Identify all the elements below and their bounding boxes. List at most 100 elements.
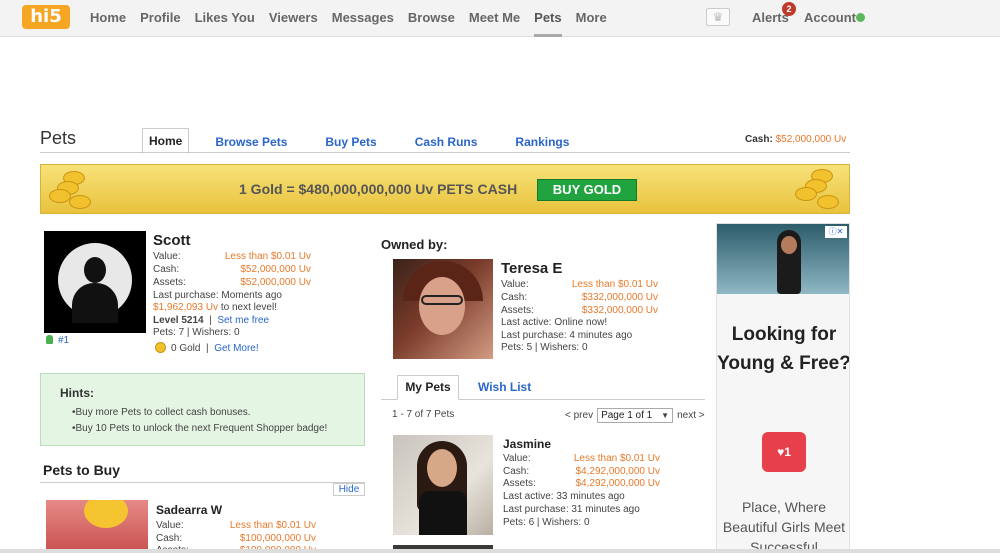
nav-viewers[interactable]: Viewers <box>269 10 318 37</box>
pet-to-buy-cash: $100,000,000 Uv <box>239 533 316 544</box>
gold-coins-icon <box>47 165 97 213</box>
ad-heart-count: 1 <box>784 445 791 459</box>
pet-last-purchase: Last purchase: 31 minutes ago <box>503 504 640 515</box>
person-icon <box>46 335 53 344</box>
owned-by-label: Owned by: <box>381 237 448 252</box>
next-level-text: to next level! <box>218 302 277 313</box>
set-me-free-link[interactable]: Set me free <box>217 315 269 326</box>
owner-name[interactable]: Teresa E <box>501 260 562 277</box>
online-status-icon <box>856 13 865 22</box>
my-name[interactable]: Scott <box>153 232 191 249</box>
hint-item: •Buy more Pets to collect cash bonuses. <box>72 407 251 418</box>
owner-pets-wishers: Pets: 5 | Wishers: 0 <box>501 342 588 353</box>
my-assets: $52,000,000 Uv <box>240 277 311 288</box>
hints-title: Hints: <box>60 386 94 400</box>
tab-browse-pets[interactable]: Browse Pets <box>209 130 293 154</box>
top-nav: hi5 Home Profile Likes You Viewers Messa… <box>0 0 1000 37</box>
pet-last-active: Last active: 33 minutes ago <box>503 491 625 502</box>
owner-photo[interactable] <box>393 259 493 359</box>
hint-item: •Buy 10 Pets to unlock the next Frequent… <box>72 423 328 434</box>
hide-button[interactable]: Hide <box>333 483 365 496</box>
my-avatar[interactable] <box>44 231 146 333</box>
pets-to-buy-divider <box>40 482 365 483</box>
level-line: Level 5214 | Set me free <box>153 315 270 326</box>
pet-name[interactable]: Jasmine <box>503 437 551 451</box>
gold-line: 0 Gold | Get More! <box>155 342 259 354</box>
owner-last-purchase: Last purchase: 4 minutes ago <box>501 330 633 341</box>
cash-balance: Cash: $52,000,000 Uv <box>745 134 846 145</box>
tab-home[interactable]: Home <box>142 128 190 154</box>
value-label: Value: <box>156 520 184 531</box>
my-cash: $52,000,000 Uv <box>240 264 311 275</box>
alerts-count-badge: 2 <box>782 2 796 16</box>
crown-icon[interactable]: ♛ <box>706 8 730 26</box>
my-pets-wishers: Pets: 7 | Wishers: 0 <box>153 327 240 338</box>
rank-link[interactable]: #1 <box>46 335 69 346</box>
cash-label: Cash: <box>745 134 773 145</box>
pet-to-buy-name[interactable]: Sadearra W <box>156 503 222 517</box>
page-bottom-bar <box>0 549 1000 553</box>
pager: < prev Page 1 of 1 ▼ next > <box>565 408 705 423</box>
heart-icon: ♥1 <box>762 432 806 472</box>
ad-subtext: Place, Where Beautiful Girls Meet Succes… <box>722 499 846 553</box>
cash-label: Cash: <box>153 264 180 275</box>
gold-coin-icon <box>155 342 166 353</box>
value-label: Value: <box>153 251 181 262</box>
nav-likes-you[interactable]: Likes You <box>195 10 255 37</box>
pet-to-buy-value: Less than $0.01 Uv <box>229 520 316 531</box>
my-last-purchase: Last purchase: Moments ago <box>153 290 282 301</box>
tab-wish-list[interactable]: Wish List <box>478 380 531 394</box>
cash-label: Cash: <box>156 533 183 544</box>
nav-messages[interactable]: Messages <box>332 10 394 37</box>
hi5-logo[interactable]: hi5 <box>22 5 70 29</box>
owner-cash: $332,000,000 Uv <box>581 292 658 303</box>
pet-photo[interactable] <box>393 435 493 535</box>
tab-my-pets[interactable]: My Pets <box>397 375 459 400</box>
advertisement[interactable]: ⓘ✕ Looking for Young & Free? ♥1 Place, W… <box>716 223 850 553</box>
owner-assets: $332,000,000 Uv <box>581 305 658 316</box>
rank-value: #1 <box>58 335 70 346</box>
gold-rate-text: 1 Gold = $480,000,000,000 Uv PETS CASH <box>239 181 518 197</box>
tab-cash-runs[interactable]: Cash Runs <box>409 130 484 154</box>
ad-choices-icon[interactable]: ⓘ✕ <box>825 226 847 238</box>
nav-links: Home Profile Likes You Viewers Messages … <box>90 10 621 37</box>
nav-profile[interactable]: Profile <box>140 10 180 37</box>
prev-link[interactable]: < prev <box>565 410 593 421</box>
nav-pets[interactable]: Pets <box>534 10 562 37</box>
owner-last-active: Last active: Online now! <box>501 317 608 328</box>
chevron-down-icon: ▼ <box>661 411 670 420</box>
assets-label: Assets: <box>501 305 534 316</box>
nav-meet-me[interactable]: Meet Me <box>469 10 520 37</box>
value-label: Value: <box>503 453 531 464</box>
pets-to-buy-title: Pets to Buy <box>43 462 121 478</box>
pet-assets: $4,292,000,000 Uv <box>575 478 660 489</box>
tab-divider <box>40 152 850 153</box>
page-select[interactable]: Page 1 of 1 ▼ <box>597 408 674 423</box>
cash-label: Cash: <box>503 466 530 477</box>
buy-gold-button[interactable]: BUY GOLD <box>537 179 637 201</box>
page-title: Pets <box>40 128 77 148</box>
pet-value: Less than $0.01 Uv <box>573 453 660 464</box>
gold-amount: 0 Gold <box>171 343 201 354</box>
assets-label: Assets: <box>503 478 536 489</box>
gold-banner: 1 Gold = $480,000,000,000 Uv PETS CASH B… <box>40 164 850 214</box>
tab-rankings[interactable]: Rankings <box>509 130 575 154</box>
hints-box: Hints: •Buy more Pets to collect cash bo… <box>40 373 365 446</box>
cash-label: Cash: <box>501 292 528 303</box>
cash-value: $52,000,000 Uv <box>775 134 847 145</box>
nav-browse[interactable]: Browse <box>408 10 455 37</box>
account-link[interactable]: Account <box>804 10 856 25</box>
tab-buy-pets[interactable]: Buy Pets <box>319 130 382 154</box>
pet-pets-wishers: Pets: 6 | Wishers: 0 <box>503 517 590 528</box>
my-pets-count: 1 - 7 of 7 Pets <box>392 409 455 420</box>
assets-label: Assets: <box>153 277 186 288</box>
nav-home[interactable]: Home <box>90 10 126 37</box>
my-value: Less than $0.01 Uv <box>224 251 311 262</box>
get-more-link[interactable]: Get More! <box>214 343 258 354</box>
owner-value: Less than $0.01 Uv <box>571 279 658 290</box>
pet-to-buy-photo[interactable] <box>46 500 148 553</box>
next-link[interactable]: next > <box>677 410 705 421</box>
nav-more[interactable]: More <box>576 10 607 37</box>
pet-cash: $4,292,000,000 Uv <box>575 466 660 477</box>
level-value: Level 5214 <box>153 315 204 326</box>
